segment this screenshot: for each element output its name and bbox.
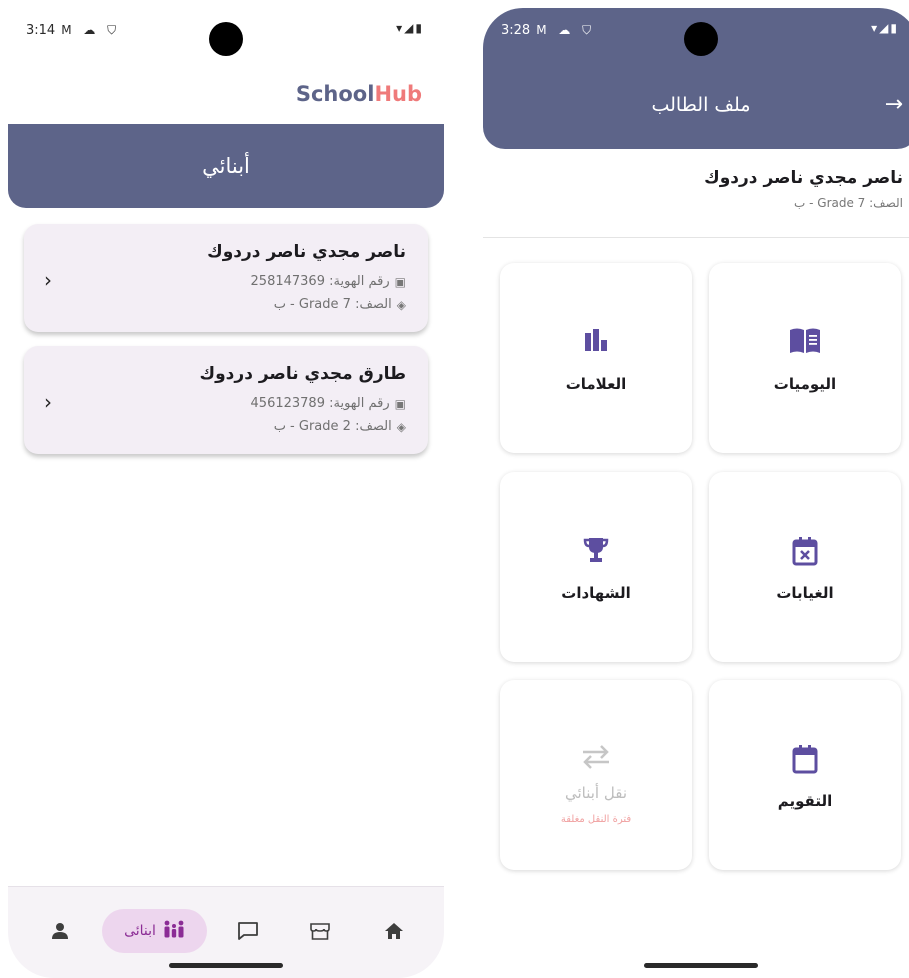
tile-certificates[interactable]: الشهادات <box>500 472 692 662</box>
book-icon <box>709 327 901 362</box>
profile-icon[interactable] <box>46 911 74 951</box>
child-grade-row: ◈ الصف: Grade 7 - ب <box>274 297 406 312</box>
page-header: أبنائي <box>8 124 444 208</box>
status-system-icons: ▾◢▮ <box>871 21 899 35</box>
status-notification-icons: M ☁ ⛉ <box>536 22 596 37</box>
page-title: ملف الطالب <box>651 94 751 116</box>
children-list-screen: 3:14 M ☁ ⛉ ▾◢▮ SchoolHub أبنائي › ناصر م… <box>8 8 444 978</box>
swap-icon <box>500 744 692 777</box>
child-id: رقم الهوية: 456123789 <box>250 396 390 411</box>
tile-label: نقل أبنائي <box>564 784 627 802</box>
tile-status-note: فترة النقل مغلقة <box>560 814 632 825</box>
chat-icon[interactable] <box>234 911 262 951</box>
child-grade-row: ◈ الصف: Grade 2 - ب <box>274 419 406 434</box>
calendar-x-icon <box>709 536 901 573</box>
child-grade: الصف: Grade 2 - ب <box>273 419 392 434</box>
tile-label: العلامات <box>565 375 627 393</box>
store-icon[interactable] <box>306 911 334 951</box>
child-id: رقم الهوية: 258147369 <box>250 274 390 289</box>
tile-grades[interactable]: العلامات <box>500 263 692 453</box>
child-name: طارق مجدي ناصر دردوك <box>199 364 406 384</box>
nav-children-label: ابنائى <box>124 923 156 939</box>
calendar-icon <box>709 744 901 781</box>
id-card-icon: ▣ <box>394 396 406 411</box>
tile-transfer-children: نقل أبنائي فترة النقل مغلقة <box>500 680 692 870</box>
divider <box>483 237 909 238</box>
app-logo: SchoolHub <box>295 82 422 106</box>
child-grade: الصف: Grade 7 - ب <box>273 297 392 312</box>
student-grade: الصف: Grade 7 - ب <box>794 196 903 210</box>
student-profile-screen: 3:28 M ☁ ⛉ ▾◢▮ ملف الطالب → ناصر مجدي نا… <box>483 8 909 978</box>
child-card[interactable]: › طارق مجدي ناصر دردوك ▣ رقم الهوية: 456… <box>24 346 428 454</box>
child-id-row: ▣ رقم الهوية: 258147369 <box>251 274 406 289</box>
child-id-row: ▣ رقم الهوية: 456123789 <box>251 396 406 411</box>
bottom-navigation: ابنائى <box>8 886 444 978</box>
tile-label: التقويم <box>777 792 833 810</box>
child-card[interactable]: › ناصر مجدي ناصر دردوك ▣ رقم الهوية: 258… <box>24 224 428 332</box>
camera-cutout <box>684 22 718 56</box>
student-name: ناصر مجدي ناصر دردوك <box>704 168 903 188</box>
family-icon <box>163 920 185 943</box>
status-system-icons: ▾◢▮ <box>396 21 424 35</box>
tile-label: اليوميات <box>773 375 837 393</box>
tile-label: الشهادات <box>561 584 631 602</box>
camera-cutout <box>209 22 243 56</box>
graduation-cap-icon: ◈ <box>396 297 406 312</box>
home-indicator[interactable] <box>169 963 283 968</box>
home-indicator[interactable] <box>644 963 758 968</box>
trophy-icon <box>500 536 692 571</box>
chevron-right-icon: › <box>44 268 52 292</box>
graduation-cap-icon: ◈ <box>396 419 406 434</box>
tile-absences[interactable]: الغيابات <box>709 472 901 662</box>
chevron-right-icon: › <box>44 390 52 414</box>
home-icon[interactable] <box>380 911 408 951</box>
id-card-icon: ▣ <box>394 274 406 289</box>
tile-daily[interactable]: اليوميات <box>709 263 901 453</box>
status-time: 3:14 <box>26 22 56 38</box>
back-arrow-icon[interactable]: → <box>885 92 903 117</box>
bar-chart-icon <box>500 327 692 360</box>
status-notification-icons: M ☁ ⛉ <box>61 22 121 37</box>
tile-calendar[interactable]: التقويم <box>709 680 901 870</box>
status-time: 3:28 <box>501 22 531 38</box>
nav-children-tab[interactable]: ابنائى <box>102 909 207 953</box>
tile-label: الغيابات <box>776 584 834 602</box>
page-title: أبنائي <box>202 154 250 178</box>
child-name: ناصر مجدي ناصر دردوك <box>207 242 406 262</box>
